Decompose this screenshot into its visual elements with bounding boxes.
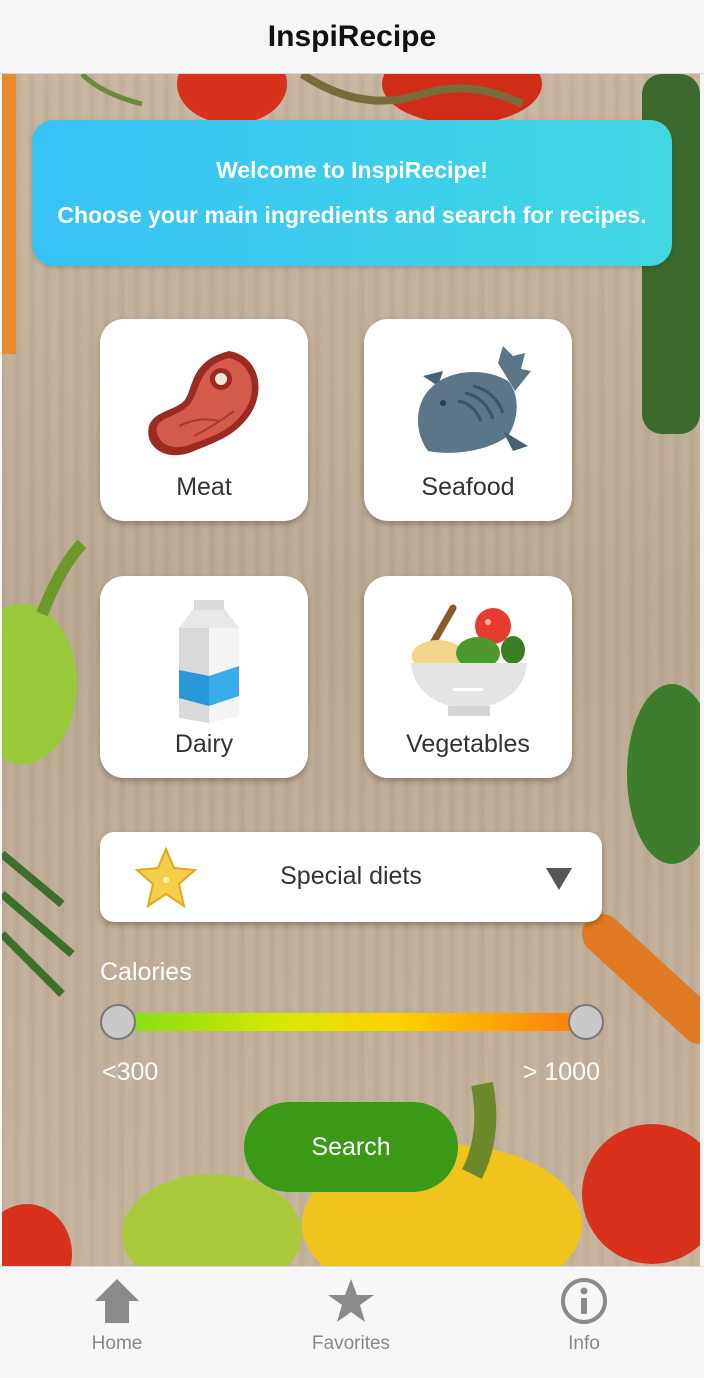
welcome-subtitle: Choose your main ingredients and search … [57,202,647,228]
meat-icon [148,351,259,456]
fish-icon [417,346,531,453]
calories-label: Calories [100,958,192,986]
tab-home[interactable]: Home [57,1277,177,1355]
category-label-vegetables: Vegetables [406,730,530,758]
category-card-vegetables[interactable]: Vegetables [364,576,572,778]
info-icon [561,1278,607,1324]
special-diets-label: Special diets [280,862,422,890]
tab-info-label: Info [568,1333,600,1354]
welcome-banner: Welcome to InspiRecipe! Choose your main… [32,120,672,266]
calories-max-label: > 1000 [522,1058,600,1086]
category-card-dairy[interactable]: Dairy [100,576,308,778]
calories-min-handle[interactable] [100,1004,136,1040]
app-title: InspiRecipe [267,19,437,53]
category-label-seafood: Seafood [421,473,515,501]
calories-min-label: <300 [102,1058,159,1086]
calories-max-handle[interactable] [568,1004,604,1040]
main-content: Welcome to InspiRecipe! Choose your main… [2,74,700,1266]
tab-favorites-label: Favorites [311,1333,391,1354]
chevron-down-icon [546,868,572,890]
calories-slider-track [118,1013,586,1031]
milk-carton-icon [179,600,239,723]
category-card-meat[interactable]: Meat [100,319,308,521]
category-label-meat: Meat [176,473,232,501]
calories-range-slider[interactable] [100,1002,604,1042]
tab-bar: Home Favorites Info [0,1266,704,1378]
star-icon [328,1279,374,1322]
home-icon [95,1279,139,1323]
tab-home-label: Home [91,1333,143,1354]
category-card-seafood[interactable]: Seafood [364,319,572,521]
special-diets-dropdown[interactable]: Special diets [100,832,602,922]
tab-info[interactable]: Info [524,1277,644,1355]
tab-favorites[interactable]: Favorites [291,1277,411,1355]
category-label-dairy: Dairy [174,730,234,758]
search-button[interactable]: Search [244,1102,458,1192]
welcome-title: Welcome to InspiRecipe! [216,157,488,183]
salad-bowl-icon [411,604,527,716]
nav-bar: InspiRecipe [0,0,704,74]
